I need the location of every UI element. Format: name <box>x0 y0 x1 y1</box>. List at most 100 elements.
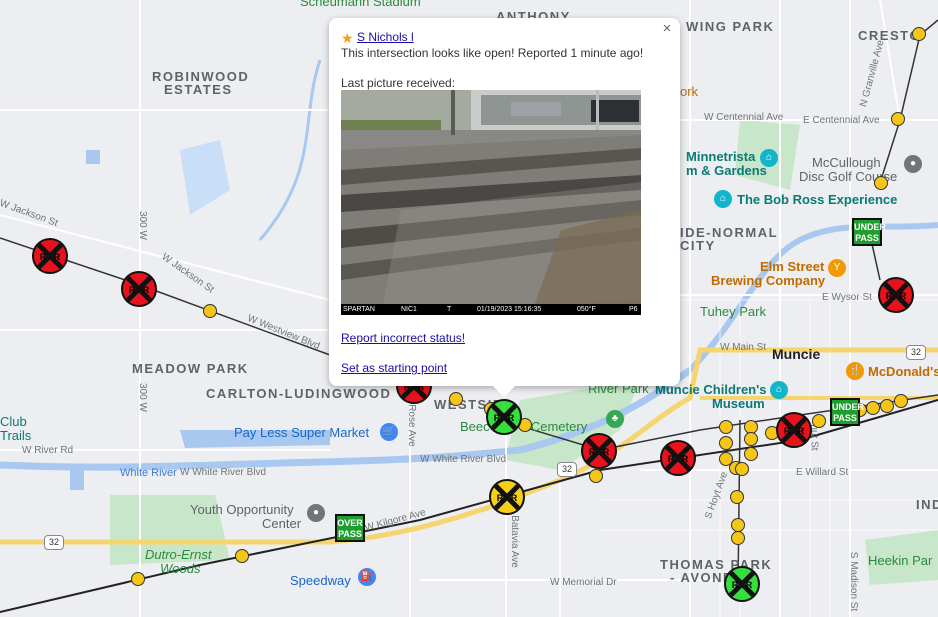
crossing-marker[interactable] <box>812 414 826 428</box>
crossing-marker[interactable] <box>203 304 217 318</box>
underpass-sign[interactable]: UNDER PASS <box>830 398 865 426</box>
bar-pin-icon[interactable]: Y <box>828 259 846 277</box>
crossing-marker[interactable] <box>719 436 733 450</box>
crossbuck-icon: RR <box>728 570 756 598</box>
dutro-ernst-label-2[interactable]: Woods <box>160 561 200 576</box>
sign-text: UNDER <box>832 402 865 412</box>
crossbuck-letter: R <box>508 413 515 423</box>
crossbuck-letter: R <box>589 447 596 457</box>
elm-street-label[interactable]: Elm Street <box>760 259 824 274</box>
crossbuck-letter: R <box>511 493 518 503</box>
overpass-sign[interactable]: OVER PASS <box>335 514 365 542</box>
pay-less-label[interactable]: Pay Less Super Market <box>234 425 369 440</box>
heekin-park-label[interactable]: Heekin Par <box>868 553 932 568</box>
speedway-label[interactable]: Speedway <box>290 573 351 588</box>
crossing-marker[interactable] <box>866 401 880 415</box>
place-pin-icon[interactable]: ● <box>904 155 922 173</box>
rose-ave-label: Rose Ave <box>405 404 417 447</box>
crossing-marker[interactable] <box>730 490 744 504</box>
mccullough-label[interactable]: McCullough <box>812 155 881 170</box>
crossing-marker[interactable] <box>731 518 745 532</box>
elm-street-label-2[interactable]: Brewing Company <box>711 273 825 288</box>
minnetrista-label[interactable]: Minnetrista <box>686 149 755 164</box>
rr-crossing-closed[interactable]: RR <box>581 433 617 469</box>
crossing-title-link[interactable]: S Nichols l <box>357 30 414 44</box>
close-icon[interactable]: × <box>658 20 676 38</box>
stamp-camera: SPARTAN <box>343 306 375 313</box>
park-pin-icon[interactable]: ♣ <box>606 410 624 428</box>
crossbuck-letter: R <box>784 426 791 436</box>
crossing-marker[interactable] <box>449 392 463 406</box>
sign-text: UNDER <box>854 222 887 232</box>
ind-label: IND <box>916 497 938 512</box>
stamp-temperature: 050°F <box>577 306 596 313</box>
mcdonalds-label[interactable]: McDonald's <box>868 364 938 379</box>
crossing-marker[interactable] <box>719 420 733 434</box>
scheumann-stadium-label[interactable]: Scheumann Stadium <box>300 0 421 9</box>
crossing-marker[interactable] <box>912 27 926 41</box>
crossbuck-letter: R <box>900 291 907 301</box>
crossing-marker[interactable] <box>894 394 908 408</box>
rr-crossing-closed[interactable]: RR <box>32 238 68 274</box>
stamp-frame: P6 <box>629 306 638 313</box>
w-river-rd-label: W River Rd <box>22 445 74 456</box>
crossing-marker[interactable] <box>131 572 145 586</box>
report-incorrect-link[interactable]: Report incorrect status! <box>341 331 465 345</box>
youth-opportunity-label-2[interactable]: Center <box>262 516 301 531</box>
crossbuck-icon: RR <box>36 242 64 270</box>
beech-grove-label[interactable]: Beec <box>460 419 490 434</box>
crossing-marker[interactable] <box>235 549 249 563</box>
rr-crossing-closed[interactable]: RR <box>121 271 157 307</box>
club-trails-label-2[interactable]: Trails <box>0 428 31 443</box>
set-starting-point-link[interactable]: Set as starting point <box>341 361 447 375</box>
crossing-marker[interactable] <box>744 447 758 461</box>
batavia-label: Batavia Ave <box>508 515 520 568</box>
museum-pin-icon[interactable]: ⌂ <box>760 149 778 167</box>
estates-label: ESTATES <box>164 82 233 97</box>
crossbuck-icon: RR <box>664 444 692 472</box>
york-label[interactable]: ork <box>680 84 698 99</box>
crossbuck-icon: RR <box>493 483 521 511</box>
rr-crossing-closed[interactable]: RR <box>878 277 914 313</box>
crossing-marker[interactable] <box>731 531 745 545</box>
tuhey-park-label[interactable]: Tuhey Park <box>700 304 766 319</box>
crossbuck-icon: RR <box>585 437 613 465</box>
camera-photo[interactable]: SPARTAN NIC1 T 01/19/2023 15:16:35 050°F… <box>341 90 641 315</box>
crossing-marker[interactable] <box>880 399 894 413</box>
underpass-sign[interactable]: UNDER PASS <box>852 218 887 246</box>
childrens-museum-label-2[interactable]: Museum <box>712 396 765 411</box>
w-memorial-label: W Memorial Dr <box>550 577 617 588</box>
crossing-marker[interactable] <box>744 432 758 446</box>
minnetrista-label-2[interactable]: m & Gardens <box>686 163 767 178</box>
meadow-park-label: MEADOW PARK <box>132 361 249 376</box>
dutro-ernst-label[interactable]: Dutro-Ernst <box>145 547 211 562</box>
rr-crossing-open[interactable]: RR <box>724 566 760 602</box>
rr-crossing-caution[interactable]: RR <box>489 479 525 515</box>
gas-station-icon[interactable]: ⛽ <box>358 568 376 586</box>
youth-opportunity-label[interactable]: Youth Opportunity <box>190 502 294 517</box>
crossbuck-letter: R <box>129 285 136 295</box>
w-white-river-label-2: W White River Blvd <box>420 454 507 465</box>
w-centennial-label: W Centennial Ave <box>704 112 784 123</box>
shopping-cart-icon[interactable]: 🛒 <box>380 423 398 441</box>
rr-crossing-closed[interactable]: RR <box>660 440 696 476</box>
bob-ross-label[interactable]: The Bob Ross Experience <box>737 192 897 207</box>
picture-label: Last picture received: <box>341 76 456 90</box>
club-trails-label[interactable]: Club <box>0 414 27 429</box>
crossbuck-icon: RR <box>490 403 518 431</box>
stamp-timestamp: 01/19/2023 15:16:35 <box>477 306 542 313</box>
museum-pin-icon[interactable]: ⌂ <box>714 190 732 208</box>
place-pin-icon[interactable]: ● <box>307 504 325 522</box>
crossing-marker[interactable] <box>735 462 749 476</box>
crossing-marker[interactable] <box>891 112 905 126</box>
sign-text: OVER <box>337 518 363 528</box>
restaurant-pin-icon[interactable]: 🍴 <box>846 362 864 380</box>
star-icon[interactable]: ★ <box>341 30 354 47</box>
rr-crossing-closed[interactable]: RR <box>776 412 812 448</box>
museum-pin-icon[interactable]: ⌂ <box>770 381 788 399</box>
rr-crossing-open[interactable]: RR <box>486 399 522 435</box>
crossing-marker[interactable] <box>874 176 888 190</box>
300w-label: 300 W <box>136 211 148 240</box>
sign-text: PASS <box>338 529 362 539</box>
crossing-marker[interactable] <box>589 469 603 483</box>
